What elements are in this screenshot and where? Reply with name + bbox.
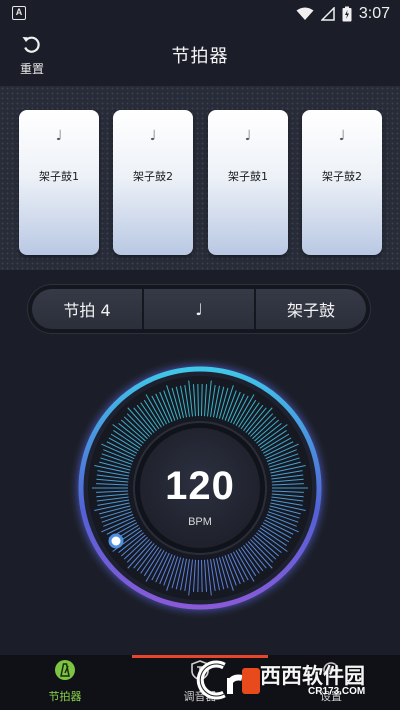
nav-label: 节拍器 [48,690,82,703]
drum-pad-panel: ♩ 架子鼓1 ♩ 架子鼓2 ♩ 架子鼓1 ♩ 架子鼓2 [0,86,400,270]
signal-icon [320,7,335,21]
sound-selector-button[interactable]: 架子鼓 [256,289,366,329]
tempo-dial[interactable]: 120 BPM [68,356,332,620]
note-value-button[interactable]: ♩ [144,289,254,329]
pad-label: 架子鼓2 [133,170,173,183]
watermark-url: CR173.COM [308,686,366,697]
nav-item-metronome[interactable]: 节拍器 [30,659,100,704]
note-icon: ♩ [244,128,252,144]
watermark-logo-icon [196,660,260,700]
app-notification-icon: A [12,6,26,20]
clock: 3:07 [358,5,390,22]
note-icon: ♩ [338,128,346,144]
drum-pad[interactable]: ♩ 架子鼓1 [19,110,99,255]
pad-label: 架子鼓1 [228,170,268,183]
status-bar: A 3:07 [0,0,400,28]
bpm-value: 120 [165,464,235,508]
metronome-icon [55,660,75,680]
watermark: 西西软件园 CR173.COM [190,658,395,702]
note-icon: ♩ [55,128,63,144]
app-header: 重置 节拍器 [0,28,400,80]
beat-selector-button[interactable]: 节拍 4 [32,289,142,329]
drum-pad[interactable]: ♩ 架子鼓2 [113,110,193,255]
battery-icon [342,6,352,22]
drum-pad[interactable]: ♩ 架子鼓2 [302,110,382,255]
settings-segmented-control: 节拍 4 ♩ 架子鼓 [27,284,371,334]
bpm-unit-label: BPM [188,516,212,528]
dial-handle[interactable] [108,533,124,549]
note-icon: ♩ [149,128,157,144]
drum-pad[interactable]: ♩ 架子鼓1 [208,110,288,255]
page-title: 节拍器 [171,46,229,67]
pad-label: 架子鼓1 [39,170,79,183]
pad-label: 架子鼓2 [322,170,362,183]
wifi-icon [296,7,314,20]
status-icons: 3:07 [296,4,390,24]
